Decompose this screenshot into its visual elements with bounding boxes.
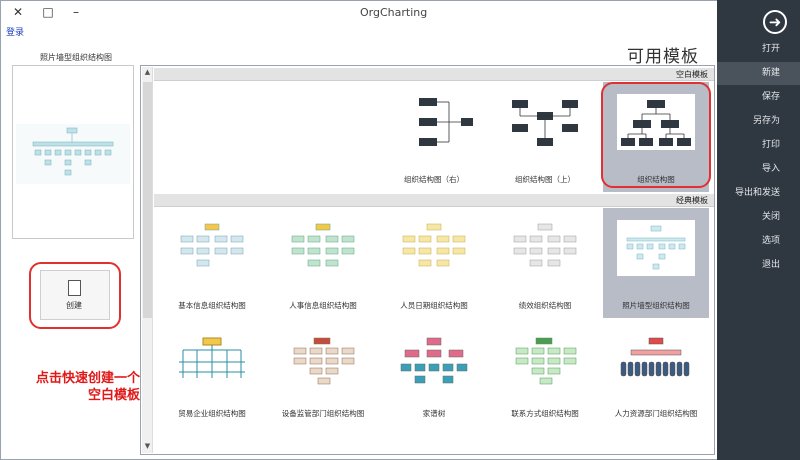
window-title: OrgCharting: [360, 6, 428, 19]
sidebar-item[interactable]: 选项: [717, 230, 800, 253]
template-tile[interactable]: 照片墙型组织结构图: [603, 208, 709, 318]
sidebar-item[interactable]: 打开: [717, 38, 800, 61]
template-tile[interactable]: 基本信息组织结构图: [159, 208, 265, 318]
template-label: 人员日期组织结构图: [400, 301, 468, 310]
scroll-down-icon[interactable]: ▼: [142, 441, 153, 452]
template-thumbnail: [506, 220, 584, 276]
restore-button[interactable]: □: [36, 2, 60, 22]
template-thumbnail: [173, 220, 251, 276]
template-thumbnail: [395, 94, 473, 150]
template-thumbnail: [284, 220, 362, 276]
sidebar-item[interactable]: 保存: [717, 86, 800, 109]
template-thumbnail: [506, 334, 584, 390]
preview-caption: 照片墙型组织结构图: [40, 53, 112, 62]
template-thumbnail: [395, 220, 473, 276]
template-preview: [12, 65, 134, 239]
template-thumbnail: [284, 334, 362, 390]
template-tile[interactable]: 组织结构图（右）: [381, 82, 487, 192]
minimize-button[interactable]: –: [64, 2, 88, 22]
template-label: 组织结构图（右）: [404, 175, 464, 184]
template-label: 组织结构图（上）: [515, 175, 575, 184]
template-tile[interactable]: 绩效组织结构图: [492, 208, 598, 318]
template-label: 联系方式组织结构图: [511, 409, 579, 418]
sidebar-item[interactable]: 新建: [717, 62, 800, 85]
hint-text: 点击快速创建一个空白模板: [35, 371, 140, 403]
template-thumbnail: [617, 334, 695, 390]
section-blank-templates: 空白模板: [154, 68, 714, 81]
sidebar-item[interactable]: 退出: [717, 254, 800, 277]
back-arrow-icon[interactable]: ➜: [763, 10, 787, 34]
highlight-blank-template: [601, 82, 711, 188]
sidebar-item[interactable]: 导出和发送: [717, 182, 800, 205]
template-tile[interactable]: 人事信息组织结构图: [270, 208, 376, 318]
template-tile[interactable]: 贸易企业组织结构图: [159, 322, 265, 432]
template-tile[interactable]: 组织结构图（上）: [492, 82, 598, 192]
template-tile[interactable]: 人力资源部门组织结构图: [603, 322, 709, 432]
template-label: 设备监管部门组织结构图: [281, 409, 365, 418]
template-label: 绩效组织结构图: [518, 301, 572, 310]
sidebar-item[interactable]: 另存为: [717, 110, 800, 133]
login-link[interactable]: 登录: [6, 25, 24, 38]
preview-chart-image: [16, 124, 130, 184]
template-thumbnail: [173, 334, 251, 390]
template-thumbnail: [617, 220, 695, 276]
template-label: 人力资源部门组织结构图: [614, 409, 698, 418]
template-label: 家谱树: [422, 409, 446, 418]
template-tile[interactable]: 家谱树: [381, 322, 487, 432]
sidebar-item[interactable]: 导入: [717, 158, 800, 181]
template-tile[interactable]: 人员日期组织结构图: [381, 208, 487, 318]
sidebar-item[interactable]: 打印: [717, 134, 800, 157]
template-tile[interactable]: 联系方式组织结构图: [492, 322, 598, 432]
section-classic-templates: 经典模板: [154, 194, 714, 207]
highlight-create: [29, 262, 121, 329]
page-title: 可用模板: [627, 47, 699, 67]
template-thumbnail: [395, 334, 473, 390]
template-thumbnail: [506, 94, 584, 150]
template-label: 基本信息组织结构图: [178, 301, 246, 310]
scrollbar-thumb[interactable]: [143, 82, 152, 318]
template-label: 照片墙型组织结构图: [622, 301, 690, 310]
close-button[interactable]: ✕: [6, 2, 30, 22]
template-label: 人事信息组织结构图: [289, 301, 357, 310]
scroll-up-icon[interactable]: ▲: [142, 67, 153, 78]
sidebar-item[interactable]: 关闭: [717, 206, 800, 229]
template-tile[interactable]: 设备监管部门组织结构图: [270, 322, 376, 432]
template-label: 贸易企业组织结构图: [178, 409, 246, 418]
